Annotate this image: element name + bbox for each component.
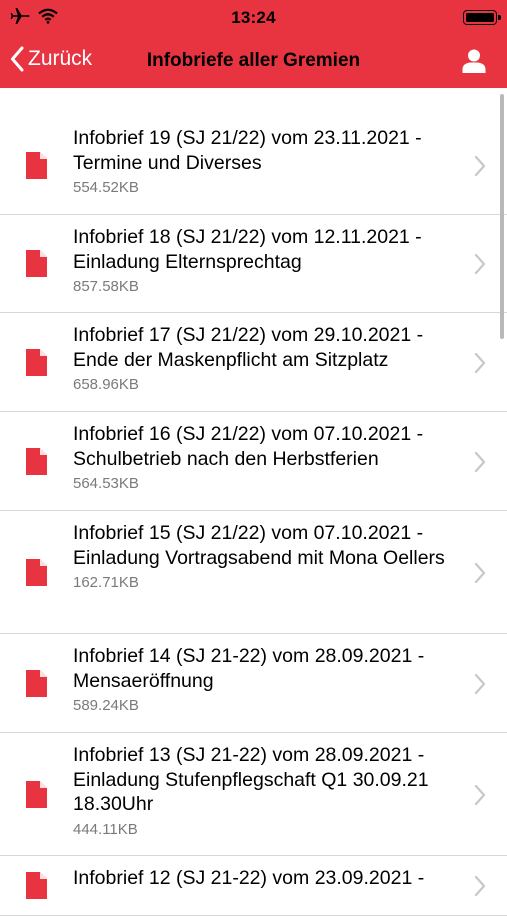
chevron-right-icon — [474, 875, 486, 897]
item-size: 658.96KB — [73, 376, 139, 393]
navigation-bar: Zurück Infobriefe aller Gremien — [0, 36, 507, 88]
item-size: 857.58KB — [73, 278, 139, 295]
document-icon — [26, 872, 47, 899]
user-icon[interactable] — [461, 48, 487, 74]
list-item[interactable]: Infobrief 12 (SJ 21-22) vom 23.09.2021 - — [0, 856, 507, 916]
chevron-right-icon — [474, 155, 486, 177]
scrollbar[interactable] — [500, 94, 504, 339]
document-icon — [26, 448, 47, 475]
list-item[interactable]: Infobrief 15 (SJ 21/22) vom 07.10.2021 -… — [0, 511, 507, 634]
list-item[interactable]: Infobrief 14 (SJ 21-22) vom 28.09.2021 -… — [0, 634, 507, 733]
item-title: Infobrief 16 (SJ 21/22) vom 07.10.2021 -… — [73, 423, 424, 470]
item-size: 554.52KB — [73, 179, 139, 196]
chevron-right-icon — [474, 562, 486, 584]
chevron-right-icon — [474, 673, 486, 695]
item-title: Infobrief 12 (SJ 21-22) vom 23.09.2021 - — [73, 867, 425, 889]
list-item[interactable]: Infobrief 13 (SJ 21-22) vom 28.09.2021 -… — [0, 733, 507, 856]
list-item[interactable]: Infobrief 17 (SJ 21/22) vom 29.10.2021 -… — [0, 313, 507, 412]
list-item[interactable]: Infobrief 16 (SJ 21/22) vom 07.10.2021 -… — [0, 412, 507, 511]
page-title: Infobriefe aller Gremien — [146, 50, 361, 71]
item-title: Infobrief 14 (SJ 21-22) vom 28.09.2021 -… — [73, 645, 425, 692]
item-size: 162.71KB — [73, 574, 139, 591]
document-icon — [26, 152, 47, 179]
list-item[interactable]: Infobrief 19 (SJ 21/22) vom 23.11.2021 -… — [0, 116, 507, 215]
document-icon — [26, 349, 47, 376]
item-size: 589.24KB — [73, 697, 139, 714]
battery-icon — [463, 10, 501, 25]
chevron-right-icon — [474, 451, 486, 473]
status-bar: 13:24 — [0, 0, 507, 36]
item-title: Infobrief 19 (SJ 21/22) vom 23.11.2021 -… — [73, 127, 422, 174]
item-title: Infobrief 13 (SJ 21-22) vom 28.09.2021 -… — [73, 744, 429, 815]
document-icon — [26, 781, 47, 808]
chevron-right-icon — [474, 352, 486, 374]
chevron-right-icon — [474, 784, 486, 806]
item-title: Infobrief 15 (SJ 21/22) vom 07.10.2021 -… — [73, 522, 445, 569]
document-icon — [26, 559, 47, 586]
document-icon — [26, 250, 47, 277]
infobrief-list: Infobrief 19 (SJ 21/22) vom 23.11.2021 -… — [0, 116, 507, 916]
document-icon — [26, 670, 47, 697]
item-size: 564.53KB — [73, 475, 139, 492]
item-title: Infobrief 18 (SJ 21/22) vom 12.11.2021 -… — [73, 226, 422, 273]
item-title: Infobrief 17 (SJ 21/22) vom 29.10.2021 -… — [73, 324, 424, 371]
list-item[interactable]: Infobrief 18 (SJ 21/22) vom 12.11.2021 -… — [0, 215, 507, 313]
item-size: 444.11KB — [73, 820, 138, 838]
status-time: 13:24 — [231, 8, 276, 27]
chevron-right-icon — [474, 253, 486, 275]
